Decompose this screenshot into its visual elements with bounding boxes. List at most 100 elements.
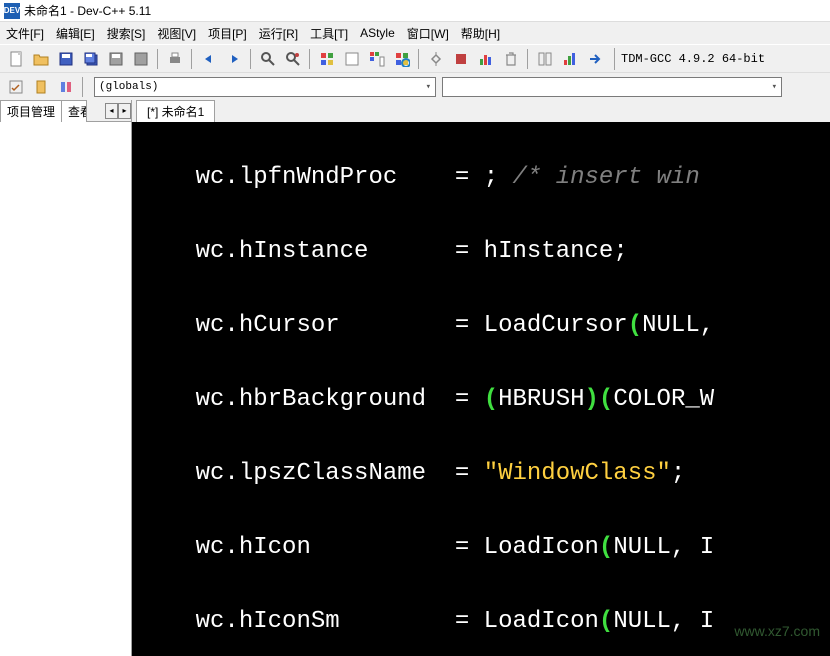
code-text: = LoadIcon — [455, 534, 599, 561]
goto-button[interactable] — [583, 47, 606, 70]
sidebar-tab-project[interactable]: 项目管理 — [0, 100, 62, 122]
compile-run-icon — [369, 51, 385, 67]
editor-tab-file[interactable]: [*] 未命名1 — [136, 100, 215, 122]
sidebar-tab-nav: ◂ ▸ — [105, 103, 131, 119]
code-comment: /* insert win — [513, 164, 700, 191]
code-text: . — [224, 164, 238, 191]
code-text: COLOR_W — [613, 386, 714, 413]
toolbar-separator — [309, 49, 310, 69]
members-combo[interactable]: ▾ — [442, 77, 782, 97]
toggle-panel-button[interactable] — [533, 47, 556, 70]
toolbar-separator — [250, 49, 251, 69]
code-bracket: )( — [585, 386, 614, 413]
code-text: lpfnWndProc — [239, 164, 455, 191]
profile-button[interactable] — [474, 47, 497, 70]
code-text: NULL — [613, 608, 671, 635]
menu-tools[interactable]: 工具[T] — [306, 23, 352, 44]
redo-icon — [226, 51, 242, 67]
save-button[interactable] — [54, 47, 77, 70]
goto-bookmark-button[interactable] — [54, 75, 77, 98]
code-text: wc — [138, 312, 224, 339]
code-text: . — [224, 608, 238, 635]
code-bracket: ( — [599, 608, 613, 635]
code-text: hInstance — [239, 238, 455, 265]
run-button[interactable] — [340, 47, 363, 70]
code-text: . — [224, 238, 238, 265]
toolbar-main: TDM-GCC 4.9.2 64-bit — [0, 44, 830, 72]
bookmark-icon — [33, 79, 49, 95]
window-title: 未命名1 - Dev-C++ 5.11 — [24, 2, 151, 19]
tab-scroll-left-button[interactable]: ◂ — [105, 103, 118, 119]
code-text: hIconSm — [239, 608, 455, 635]
menu-view[interactable]: 视图[V] — [153, 23, 200, 44]
code-text: = — [455, 460, 484, 487]
code-text: , I — [671, 534, 714, 561]
chart-button[interactable] — [558, 47, 581, 70]
insert-button[interactable] — [4, 75, 27, 98]
save-all-button[interactable] — [79, 47, 102, 70]
sidebar-tab-view[interactable]: 查看 — [61, 100, 87, 122]
delete-profile-button[interactable] — [499, 47, 522, 70]
trash-icon — [503, 51, 519, 67]
compile-run-button[interactable] — [365, 47, 388, 70]
code-text: . — [224, 460, 238, 487]
code-text: hIcon — [239, 534, 455, 561]
undo-button[interactable] — [197, 47, 220, 70]
code-bracket: ( — [484, 386, 498, 413]
code-text: HBRUSH — [498, 386, 584, 413]
sidebar: 项目管理 查看 ◂ ▸ — [0, 100, 132, 656]
close-button[interactable] — [129, 47, 152, 70]
menu-window[interactable]: 窗口[W] — [403, 23, 453, 44]
profile-icon — [478, 51, 494, 67]
save-all-icon — [83, 51, 99, 67]
bookmark-button[interactable] — [29, 75, 52, 98]
code-editor[interactable]: wc.lpfnWndProc = ; /* insert win wc.hIns… — [132, 122, 830, 656]
insert-icon — [8, 79, 24, 95]
new-file-button[interactable] — [4, 47, 27, 70]
menu-search[interactable]: 搜索[S] — [103, 23, 150, 44]
code-text: , I — [671, 608, 714, 635]
rebuild-icon — [394, 51, 410, 67]
arrow-right-icon — [587, 51, 603, 67]
menu-edit[interactable]: 编辑[E] — [52, 23, 99, 44]
watermark: www.xz7.com — [734, 613, 820, 650]
code-bracket: ( — [599, 534, 613, 561]
app-icon: DEV — [4, 3, 20, 19]
sidebar-tabs: 项目管理 查看 ◂ ▸ — [0, 100, 131, 122]
save-icon — [58, 51, 74, 67]
code-text: . — [224, 534, 238, 561]
redo-button[interactable] — [222, 47, 245, 70]
stop-button[interactable] — [449, 47, 472, 70]
replace-icon — [285, 51, 301, 67]
menu-file[interactable]: 文件[F] — [2, 23, 48, 44]
close-icon — [133, 51, 149, 67]
code-text: = — [455, 386, 484, 413]
code-text: wc — [138, 386, 224, 413]
debug-icon — [428, 51, 444, 67]
menu-project[interactable]: 项目[P] — [204, 23, 251, 44]
menu-astyle[interactable]: AStyle — [356, 24, 399, 42]
debug-button[interactable] — [424, 47, 447, 70]
menu-help[interactable]: 帮助[H] — [457, 23, 504, 44]
print-button[interactable] — [163, 47, 186, 70]
code-text: lpszClassName — [239, 460, 455, 487]
replace-button[interactable] — [281, 47, 304, 70]
save-as-button[interactable] — [104, 47, 127, 70]
chart-icon — [562, 51, 578, 67]
menu-run[interactable]: 运行[R] — [255, 23, 302, 44]
title-bar: DEV 未命名1 - Dev-C++ 5.11 — [0, 0, 830, 22]
code-text: wc — [138, 608, 224, 635]
toolbar-separator — [418, 49, 419, 69]
code-text: = LoadIcon — [455, 608, 599, 635]
code-text: wc — [138, 238, 224, 265]
tab-scroll-right-button[interactable]: ▸ — [118, 103, 131, 119]
rebuild-button[interactable] — [390, 47, 413, 70]
code-text: ; — [484, 164, 513, 191]
open-button[interactable] — [29, 47, 52, 70]
code-text: , — [700, 312, 714, 339]
code-text: = — [455, 164, 484, 191]
compile-button[interactable] — [315, 47, 338, 70]
code-text: = LoadCursor — [455, 312, 628, 339]
scope-combo[interactable]: (globals) ▾ — [94, 77, 436, 97]
find-button[interactable] — [256, 47, 279, 70]
